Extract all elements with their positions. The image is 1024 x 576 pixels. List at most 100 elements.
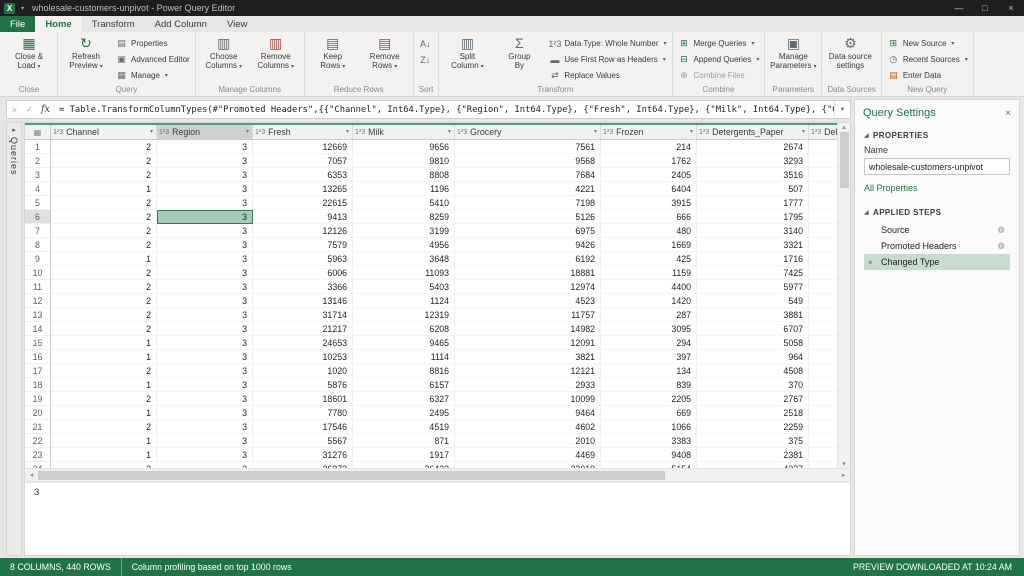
cell-12-grocery[interactable]: 4523	[455, 294, 601, 308]
cell-19-delicassen[interactable]	[809, 392, 837, 406]
cell-1-detergents-paper[interactable]: 2674	[697, 140, 809, 154]
cell-2-channel[interactable]: 2	[51, 154, 157, 168]
row-number-9[interactable]: 9	[25, 252, 51, 266]
remove-rows-button[interactable]: ▤Remove Rows▾	[360, 33, 410, 71]
cell-9-delicassen[interactable]	[809, 252, 837, 266]
grocery-filter-button[interactable]: ▾	[593, 125, 598, 139]
cell-19-detergents-paper[interactable]: 2767	[697, 392, 809, 406]
data-source-settings-button[interactable]: ⚙Data source settings	[825, 33, 875, 70]
cell-15-detergents-paper[interactable]: 5058	[697, 336, 809, 350]
cell-16-delicassen[interactable]	[809, 350, 837, 364]
cell-13-delicassen[interactable]	[809, 308, 837, 322]
cell-14-grocery[interactable]: 14982	[455, 322, 601, 336]
cell-22-frozen[interactable]: 3383	[601, 434, 697, 448]
cell-6-detergents-paper[interactable]: 1795	[697, 210, 809, 224]
cell-11-detergents-paper[interactable]: 5977	[697, 280, 809, 294]
cell-16-grocery[interactable]: 3821	[455, 350, 601, 364]
cell-5-detergents-paper[interactable]: 1777	[697, 196, 809, 210]
cell-7-milk[interactable]: 3199	[353, 224, 455, 238]
cell-6-frozen[interactable]: 666	[601, 210, 697, 224]
cell-18-milk[interactable]: 6157	[353, 378, 455, 392]
cell-8-frozen[interactable]: 1669	[601, 238, 697, 252]
cell-14-frozen[interactable]: 3095	[601, 322, 697, 336]
cell-15-delicassen[interactable]	[809, 336, 837, 350]
append-queries-button[interactable]: ⊟Append Queries▾	[676, 52, 762, 67]
cell-8-channel[interactable]: 2	[51, 238, 157, 252]
row-number-14[interactable]: 14	[25, 322, 51, 336]
cell-9-detergents-paper[interactable]: 1716	[697, 252, 809, 266]
cell-12-channel[interactable]: 2	[51, 294, 157, 308]
cell-22-channel[interactable]: 1	[51, 434, 157, 448]
cell-20-grocery[interactable]: 9464	[455, 406, 601, 420]
cell-8-region[interactable]: 3	[157, 238, 253, 252]
cell-14-detergents-paper[interactable]: 6707	[697, 322, 809, 336]
tab-add-column[interactable]: Add Column	[145, 16, 217, 32]
column-header-milk[interactable]: 1²3Milk▾	[353, 125, 455, 139]
cell-10-delicassen[interactable]	[809, 266, 837, 280]
cell-4-detergents-paper[interactable]: 507	[697, 182, 809, 196]
cell-10-grocery[interactable]: 18881	[455, 266, 601, 280]
cell-22-detergents-paper[interactable]: 375	[697, 434, 809, 448]
cell-9-fresh[interactable]: 5963	[253, 252, 353, 266]
cell-18-fresh[interactable]: 5876	[253, 378, 353, 392]
cell-20-milk[interactable]: 2495	[353, 406, 455, 420]
row-number-3[interactable]: 3	[25, 168, 51, 182]
region-filter-button[interactable]: ▾	[245, 125, 250, 139]
cell-19-fresh[interactable]: 18601	[253, 392, 353, 406]
properties-section-header[interactable]: ◢ PROPERTIES	[864, 127, 1010, 144]
cell-11-frozen[interactable]: 4400	[601, 280, 697, 294]
cell-10-fresh[interactable]: 6006	[253, 266, 353, 280]
row-number-15[interactable]: 15	[25, 336, 51, 350]
row-number-17[interactable]: 17	[25, 364, 51, 378]
cell-16-detergents-paper[interactable]: 964	[697, 350, 809, 364]
cell-2-frozen[interactable]: 1762	[601, 154, 697, 168]
cell-8-detergents-paper[interactable]: 3321	[697, 238, 809, 252]
cell-5-region[interactable]: 3	[157, 196, 253, 210]
cell-20-channel[interactable]: 1	[51, 406, 157, 420]
cell-15-fresh[interactable]: 24653	[253, 336, 353, 350]
cell-2-delicassen[interactable]	[809, 154, 837, 168]
expand-queries-button[interactable]: ▸	[12, 123, 16, 136]
cell-8-grocery[interactable]: 9426	[455, 238, 601, 252]
tab-home[interactable]: Home	[35, 16, 81, 32]
cell-4-grocery[interactable]: 4221	[455, 182, 601, 196]
cell-23-delicassen[interactable]	[809, 448, 837, 462]
cell-7-region[interactable]: 3	[157, 224, 253, 238]
cell-2-fresh[interactable]: 7057	[253, 154, 353, 168]
cell-18-detergents-paper[interactable]: 370	[697, 378, 809, 392]
cell-5-grocery[interactable]: 7198	[455, 196, 601, 210]
row-number-22[interactable]: 22	[25, 434, 51, 448]
cell-7-frozen[interactable]: 480	[601, 224, 697, 238]
properties-button[interactable]: ▤Properties	[113, 36, 192, 51]
cell-1-channel[interactable]: 2	[51, 140, 157, 154]
cell-23-milk[interactable]: 1917	[353, 448, 455, 462]
cell-22-delicassen[interactable]	[809, 434, 837, 448]
cell-3-milk[interactable]: 8808	[353, 168, 455, 182]
cell-6-milk[interactable]: 8259	[353, 210, 455, 224]
cell-20-detergents-paper[interactable]: 2518	[697, 406, 809, 420]
cell-10-frozen[interactable]: 1159	[601, 266, 697, 280]
cell-10-channel[interactable]: 2	[51, 266, 157, 280]
cell-18-delicassen[interactable]	[809, 378, 837, 392]
cell-22-grocery[interactable]: 2010	[455, 434, 601, 448]
all-properties-link[interactable]: All Properties	[864, 183, 1010, 193]
cell-14-delicassen[interactable]	[809, 322, 837, 336]
frozen-filter-button[interactable]: ▾	[689, 125, 694, 139]
cell-12-milk[interactable]: 1124	[353, 294, 455, 308]
row-number-11[interactable]: 11	[25, 280, 51, 294]
manage-parameters-button[interactable]: ▣Manage Parameters▾	[768, 33, 818, 71]
cell-18-frozen[interactable]: 839	[601, 378, 697, 392]
cell-21-channel[interactable]: 2	[51, 420, 157, 434]
cell-1-milk[interactable]: 9656	[353, 140, 455, 154]
cell-6-grocery[interactable]: 5126	[455, 210, 601, 224]
recent-sources-button[interactable]: ◷Recent Sources▾	[885, 52, 970, 67]
cell-16-channel[interactable]: 1	[51, 350, 157, 364]
row-number-20[interactable]: 20	[25, 406, 51, 420]
formula-cancel-button[interactable]: ×	[7, 105, 22, 115]
cell-4-frozen[interactable]: 6404	[601, 182, 697, 196]
close-button[interactable]: ×	[998, 0, 1024, 16]
select-all-corner[interactable]: ▦	[25, 125, 51, 139]
advanced-editor-button[interactable]: ▣Advanced Editor	[113, 52, 192, 67]
use-first-row-as-headers-button[interactable]: ▬Use First Row as Headers▾	[546, 52, 668, 67]
cell-6-channel[interactable]: 2	[51, 210, 157, 224]
